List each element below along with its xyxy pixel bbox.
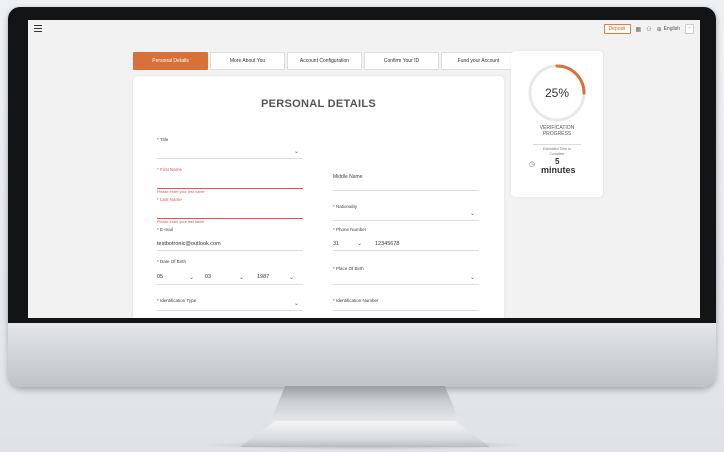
verification-title: VERIFICATION PROGRESS [511, 125, 603, 137]
verification-title-line2: PROGRESS [542, 131, 572, 137]
grid-icon[interactable]: ▦ [636, 26, 642, 33]
identification-number-field[interactable]: * Identification Number [333, 292, 479, 311]
chevron-down-icon: ⌄ [189, 275, 195, 281]
identification-type-label: * Identification Type [157, 298, 197, 303]
dob-year[interactable]: 1987 [257, 274, 269, 280]
hamburger-menu-icon[interactable] [34, 25, 42, 34]
middle-name-field[interactable]: Middle Name [333, 168, 479, 191]
phone-code[interactable]: 31 [333, 241, 339, 247]
tab-confirm-your-id[interactable]: Confirm Your ID [364, 52, 439, 70]
divider [533, 144, 581, 145]
step-tabs: Personal Details More About You Account … [133, 52, 516, 70]
email-label: * E-mail [157, 227, 173, 232]
first-name-error: Please enter your first name [157, 190, 205, 194]
tab-personal-details[interactable]: Personal Details [133, 52, 208, 70]
screen: Deposit ▦ ⚇ ⊕ English ⌃ Personal Details… [28, 20, 700, 318]
personal-details-form: PERSONAL DETAILS * Title ⌄ * First Name … [133, 76, 504, 318]
last-name-field[interactable]: * Last Name [157, 196, 303, 219]
chevron-down-icon: ⌄ [357, 241, 363, 247]
chevron-down-icon: ⌄ [293, 149, 299, 155]
nationality-select[interactable]: * Nationality ⌄ [333, 198, 479, 221]
monitor-stand-neck [270, 386, 460, 422]
first-name-field[interactable]: * First Name [157, 166, 303, 189]
chevron-down-icon: ⌄ [289, 275, 295, 281]
email-value: testbotronic@outlook.com [157, 241, 221, 247]
language-label: English [663, 26, 680, 32]
phone-label: * Phone Number [333, 227, 367, 232]
place-of-birth-select[interactable]: * Place Of Birth ⌄ [333, 260, 479, 285]
verification-progress-card: 25% VERIFICATION PROGRESS Estimated Time… [511, 51, 603, 197]
middle-name-label: Middle Name [333, 174, 363, 180]
clock-icon: ◷ [529, 161, 536, 168]
last-name-label: * Last Name [157, 197, 182, 202]
identification-type-select[interactable]: * Identification Type ⌄ [157, 292, 303, 311]
estimated-line2: Complete [549, 151, 565, 156]
phone-field[interactable]: * Phone Number 31 ⌄ 12345678 [333, 226, 479, 251]
tab-account-configuration[interactable]: Account Configuration [287, 52, 362, 70]
dob-month[interactable]: 03 [205, 274, 211, 280]
chevron-down-icon: ⌄ [293, 301, 299, 307]
user-icon[interactable]: ⚇ [646, 26, 651, 33]
last-name-error: Please enter your last name [157, 220, 205, 224]
monitor-stand-foot [240, 421, 490, 447]
phone-number: 12345678 [375, 241, 400, 247]
tab-fund-your-account[interactable]: Fund your Account [441, 52, 516, 70]
identification-number-label: * Identification Number [333, 298, 379, 303]
chevron-down-icon: ⌄ [469, 211, 475, 217]
globe-icon: ⊕ [656, 26, 662, 33]
title-select[interactable]: * Title ⌄ [157, 136, 303, 159]
dob-label: * Date Of Birth [157, 259, 187, 264]
progress-percent: 25% [544, 86, 570, 100]
chevron-down-icon: ⌄ [469, 275, 475, 281]
minutes-label: minutes [541, 165, 576, 175]
top-bar: Deposit ▦ ⚇ ⊕ English ⌃ [603, 24, 694, 34]
date-of-birth-field: * Date Of Birth 05 ⌄ 03 ⌄ 1987 ⌄ [157, 258, 303, 285]
nationality-label: * Nationality [333, 204, 358, 209]
estimated-time-label: Estimated Time to Complete [511, 147, 603, 156]
avatar[interactable]: ⌃ [685, 24, 694, 34]
first-name-label: * First Name [157, 167, 183, 172]
email-field[interactable]: * E-mail testbotronic@outlook.com [157, 226, 303, 251]
dob-day[interactable]: 05 [157, 274, 163, 280]
place-of-birth-label: * Place Of Birth [333, 266, 364, 271]
tab-more-about-you[interactable]: More About You [210, 52, 285, 70]
monitor-chin [8, 323, 716, 387]
deposit-button[interactable]: Deposit [603, 24, 631, 34]
chevron-down-icon: ⌄ [239, 275, 245, 281]
language-selector[interactable]: ⊕ English [657, 26, 680, 33]
title-label: * Title [157, 137, 169, 142]
form-title: PERSONAL DETAILS [260, 98, 376, 110]
